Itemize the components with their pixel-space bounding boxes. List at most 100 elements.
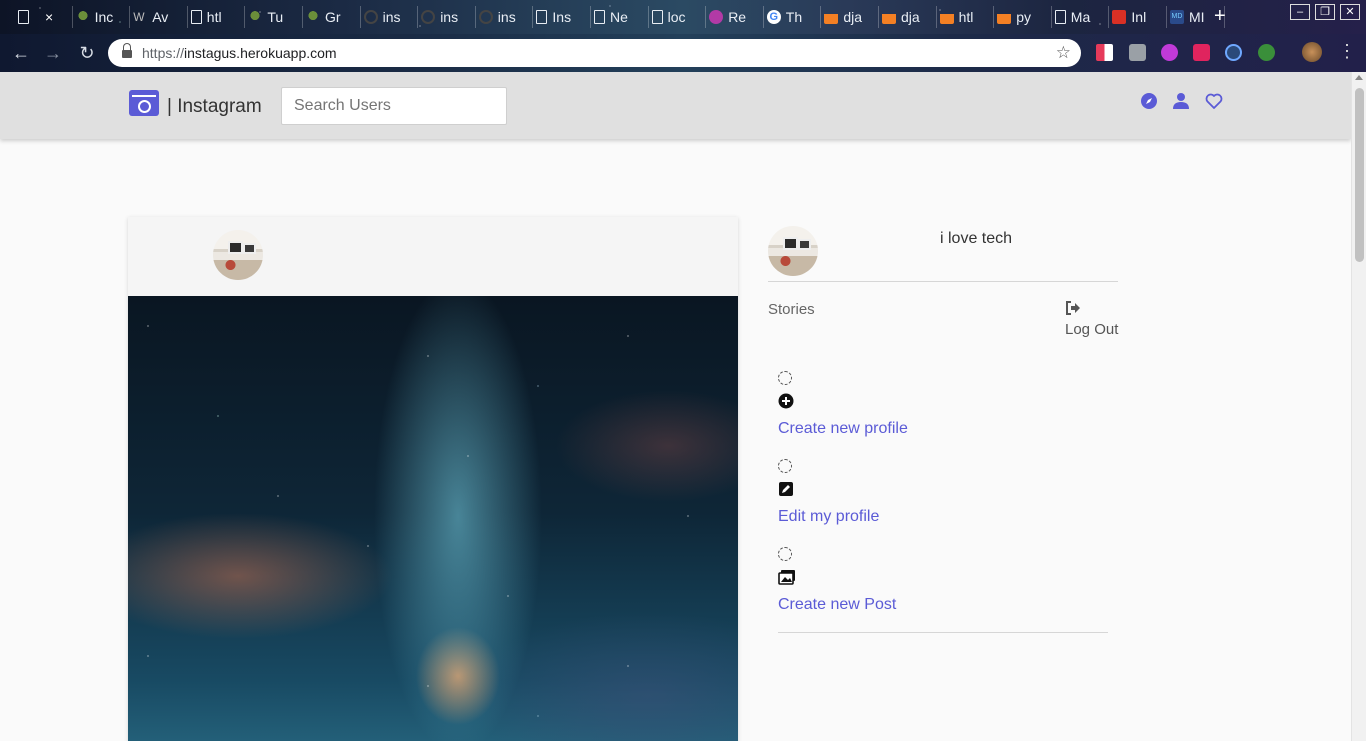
browser-tab[interactable]: htl — [190, 6, 246, 28]
browser-tab[interactable]: × — [18, 6, 73, 28]
tab-label: ins — [382, 9, 401, 25]
browser-tab[interactable]: loc — [651, 6, 707, 28]
stackoverflow-icon — [882, 10, 896, 24]
address-bar[interactable]: https://instagus.herokuapp.com ☆ — [108, 39, 1081, 67]
search-users-input[interactable] — [281, 87, 507, 125]
url-text[interactable]: https://instagus.herokuapp.com — [142, 45, 337, 61]
tab-label: Ins — [552, 9, 572, 25]
browser-tab[interactable]: Inl — [1112, 6, 1167, 28]
images-icon — [778, 570, 795, 585]
browser-tab[interactable]: Ne — [594, 6, 649, 28]
browser-tab[interactable]: dja — [824, 6, 879, 28]
browser-tab[interactable]: ins — [421, 6, 476, 28]
browser-tab[interactable]: W Av — [133, 6, 188, 28]
profile-avatar-icon[interactable] — [1302, 42, 1322, 62]
divider — [768, 281, 1118, 282]
tab-label: loc — [667, 9, 686, 25]
back-arrow-icon[interactable]: ← — [10, 42, 32, 64]
user-icon[interactable] — [1172, 92, 1190, 110]
md-icon: MD — [1170, 10, 1184, 24]
tab-label: ins — [497, 9, 516, 25]
vpn-extension-icon[interactable] — [1258, 44, 1275, 61]
new-tab-button[interactable]: + — [1214, 5, 1226, 27]
minimize-button[interactable]: – — [1290, 4, 1310, 20]
maximize-button[interactable]: ❐ — [1315, 4, 1335, 20]
scroll-up-arrow-icon[interactable] — [1355, 75, 1363, 80]
edit-icon — [779, 482, 793, 496]
browser-tab[interactable]: ins — [478, 6, 534, 28]
browser-tab-strip: × Inc W Av htl Tu Gr ins ins ins Ins Ne loc Re G Th dja d… — [0, 0, 1366, 34]
create-new-post-link[interactable]: Create new Post — [778, 596, 896, 614]
tab-label: Inl — [1131, 9, 1147, 25]
heart-icon[interactable] — [1205, 92, 1223, 110]
browser-tab[interactable]: Inc — [75, 6, 131, 28]
tab-label: Re — [728, 9, 747, 25]
browser-menu-icon[interactable]: ⋮ — [1338, 41, 1356, 62]
tab-label: htl — [206, 9, 222, 25]
browser-tab[interactable]: py — [997, 6, 1052, 28]
create-new-profile-link[interactable]: Create new profile — [778, 420, 908, 438]
extension-icon-2[interactable] — [1129, 44, 1146, 61]
loading-circle-icon — [778, 547, 792, 561]
site-navbar: | Instagram — [0, 72, 1351, 139]
extension-icon-3[interactable] — [1161, 44, 1178, 61]
post-card — [128, 217, 738, 741]
scrollbar-thumb[interactable] — [1355, 88, 1364, 262]
tab-close-icon[interactable]: × — [45, 9, 53, 25]
tab-label: Th — [785, 9, 803, 25]
tab-label: htl — [958, 9, 974, 25]
extension-icon-5[interactable] — [1225, 44, 1242, 61]
action-create-post: Create new Post — [778, 547, 896, 614]
magenta-icon — [709, 10, 724, 24]
doc-icon — [536, 10, 548, 24]
github-icon — [478, 10, 493, 24]
extension-icon-1[interactable] — [1096, 44, 1113, 61]
tab-label: ins — [440, 9, 459, 25]
logout-button[interactable]: Log Out — [1065, 301, 1118, 338]
stackoverflow-icon — [997, 10, 1012, 24]
pocket-icon[interactable] — [1193, 44, 1210, 61]
google-icon: G — [766, 10, 781, 24]
browser-tab[interactable]: Ins — [536, 6, 591, 28]
page-scrollbar[interactable] — [1351, 72, 1366, 741]
edit-my-profile-link[interactable]: Edit my profile — [778, 508, 879, 526]
gmail-icon — [1112, 10, 1127, 24]
stackoverflow-icon — [824, 10, 839, 24]
palm-icon — [248, 10, 263, 24]
browser-tab[interactable]: htl — [939, 6, 995, 28]
tab-label: Tu — [267, 9, 284, 25]
forward-arrow-icon[interactable]: → — [42, 42, 64, 64]
tab-label: dja — [901, 9, 920, 25]
doc-icon — [594, 10, 605, 24]
tab-label: Ne — [610, 9, 628, 25]
plus-circle-icon — [778, 393, 794, 409]
browser-tab[interactable]: dja — [882, 6, 937, 28]
github-icon — [363, 10, 378, 24]
compass-icon[interactable] — [1140, 92, 1158, 110]
post-author-avatar[interactable] — [213, 230, 263, 280]
doc-icon — [1054, 10, 1066, 24]
browser-tab[interactable]: G Th — [766, 6, 822, 28]
action-edit-profile: Edit my profile — [778, 459, 879, 526]
tab-label: Ma — [1070, 9, 1091, 25]
browser-tab[interactable]: Tu — [248, 6, 303, 28]
browser-tab[interactable]: Re — [709, 6, 764, 28]
browser-tab[interactable]: ins — [363, 6, 419, 28]
stories-label: Stories — [768, 301, 815, 318]
camera-logo-icon[interactable] — [129, 90, 159, 116]
browser-tab[interactable]: Gr — [306, 6, 361, 28]
tab-label: Av — [152, 9, 169, 25]
browser-tab[interactable]: Ma — [1054, 6, 1110, 28]
post-image[interactable] — [128, 296, 738, 741]
palm-icon — [75, 10, 90, 24]
bookmark-star-icon[interactable]: ☆ — [1056, 43, 1071, 63]
logout-label: Log Out — [1065, 321, 1119, 338]
window-close-button[interactable]: ✕ — [1340, 4, 1360, 20]
loading-circle-icon — [778, 371, 792, 385]
github-icon — [421, 10, 436, 24]
reload-icon[interactable]: ↻ — [76, 42, 98, 64]
tab-label: MI — [1189, 9, 1205, 25]
tab-label: py — [1016, 9, 1031, 25]
profile-avatar[interactable] — [768, 226, 818, 276]
brand-name[interactable]: | Instagram — [167, 96, 262, 118]
